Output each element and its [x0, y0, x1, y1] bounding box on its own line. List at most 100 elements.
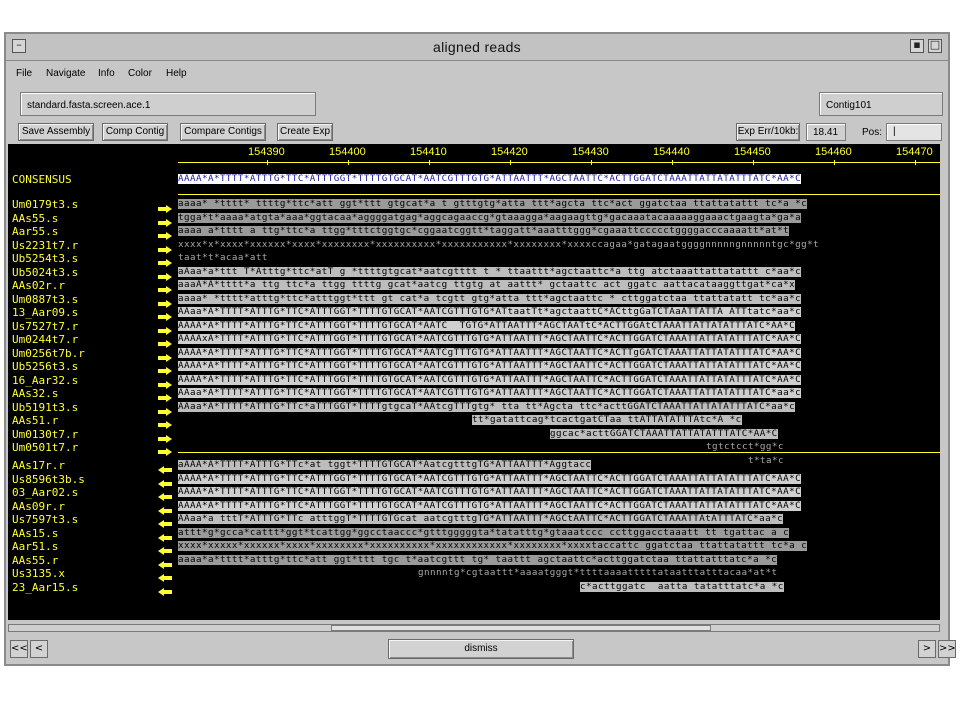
read-name[interactable]: AAs17r.r: [12, 459, 65, 472]
read-name[interactable]: Us7597t3.s: [12, 513, 78, 526]
file-name-field[interactable]: standard.fasta.screen.ace.1: [20, 92, 316, 116]
scroll-far-right-button[interactable]: >>: [938, 640, 956, 658]
scroll-left-button[interactable]: <: [30, 640, 48, 658]
read-sequence[interactable]: AAAA*A*TTTT*ATTTG*TTC*ATTTGGT*TTTTGTGCAT…: [178, 473, 802, 484]
read-name[interactable]: AAs02r.r: [12, 279, 65, 292]
read-sequence[interactable]: tt*gatattcag*tcactgatCTaa ttATTATATTTAtc…: [472, 415, 742, 425]
forward-strand-arrow-icon: [158, 416, 172, 429]
compare-contigs-button[interactable]: Compare Contigs: [180, 123, 266, 141]
scroll-right-button[interactable]: >: [918, 640, 936, 658]
maximize-icon[interactable]: □: [928, 38, 942, 53]
read-sequence[interactable]: aaaa* *tttt* ttttg*ttc*att ggt*ttt gtgca…: [178, 199, 808, 209]
read-name[interactable]: Aar51.s: [12, 540, 58, 553]
dismiss-button[interactable]: dismiss: [388, 639, 574, 659]
contig-name-field[interactable]: Contig101: [819, 92, 943, 116]
read-sequence[interactable]: AAAA*A*TTTT*ATTTG*TTC*ATTTGGT*TTTTGTGCAT…: [178, 374, 802, 385]
read-name[interactable]: Ub5024t3.s: [12, 266, 78, 279]
read-sequence[interactable]: aaaa*a*tttt*atttg*ttc*att ggt*ttt tgc t*…: [178, 554, 778, 565]
window-title: aligned reads: [433, 39, 521, 55]
read-name[interactable]: Um0256t7b.r: [12, 347, 85, 360]
read-name[interactable]: Ub5254t3.s: [12, 252, 78, 265]
read-name[interactable]: Um0887t3.s: [12, 293, 78, 306]
read-name[interactable]: AAs51.r: [12, 414, 58, 427]
read-sequence[interactable]: aaaA*A*tttt*a ttg ttc*a ttgg ttttg gcat*…: [178, 280, 796, 290]
read-sequence[interactable]: t*ta*c: [748, 455, 784, 466]
forward-strand-arrow-icon: [158, 403, 172, 416]
read-sequence[interactable]: xxxx*xxxxx*xxxxxx*xxxx*xxxxxxxx*xxxxxxxx…: [178, 541, 808, 551]
read-name[interactable]: 16_Aar32.s: [12, 374, 78, 387]
forward-strand-arrow-icon: [158, 268, 172, 281]
sequence-area[interactable]: AAAA*A*TTTT*ATTTG*TTC*ATTTGGT*TTTTGTGCAT…: [178, 144, 940, 620]
read-name[interactable]: Um0501t7.r: [12, 441, 78, 454]
menu-color[interactable]: Color: [128, 68, 152, 79]
reverse-strand-arrow-icon: [158, 529, 172, 542]
horizontal-scrollbar-track[interactable]: [8, 624, 940, 632]
read-name[interactable]: 03_Aar02.s: [12, 486, 78, 499]
read-sequence[interactable]: AAAA*A*TTTT*ATTTG*TTC*ATTTGGT*TTTTGTGCAT…: [178, 174, 802, 184]
read-name[interactable]: CONSENSUS: [12, 173, 72, 186]
read-name[interactable]: AAs55.s: [12, 212, 58, 225]
read-name[interactable]: AAs09r.r: [12, 500, 65, 513]
read-sequence[interactable]: AAAA*A*TTTT*ATTTG*TTC*ATTTGGT*TTTTGTGCAT…: [178, 500, 802, 511]
create-exp-button[interactable]: Create Exp: [277, 123, 333, 141]
read-sequence[interactable]: taat*t*acaa*att: [178, 253, 268, 263]
horizontal-scroll-thumb[interactable]: [331, 625, 711, 631]
read-name[interactable]: Ub5191t3.s: [12, 401, 78, 414]
scroll-far-left-button[interactable]: <<: [10, 640, 28, 658]
read-sequence[interactable]: AAaa*A*TTTT*ATTTG*TTC*ATTTGGT*TTTTGTGCAT…: [178, 307, 802, 317]
read-sequence[interactable]: aaaa* *tttt*atttg*ttc*atttggt*ttt gt cat…: [178, 293, 802, 304]
exp-err-button[interactable]: Exp Err/10kb:: [736, 123, 800, 141]
read-sequence[interactable]: AAAAxA*TTTT*ATTTG*TTC*ATTTGGT*TTTTGTGCAT…: [178, 334, 802, 344]
comp-contig-button[interactable]: Comp Contig: [102, 123, 168, 141]
read-sequence[interactable]: AAAA*A*TTTT*ATTTG*TTC*ATTTGGT*TTTTGTGCAT…: [178, 320, 796, 331]
read-name[interactable]: Us2231t7.r: [12, 239, 78, 252]
read-sequence[interactable]: xxxx*x*xxxx*xxxxxx*xxxx*xxxxxxxx*xxxxxxx…: [178, 239, 819, 250]
read-sequence[interactable]: AAAA*A*TTTT*ATTTG*TTC*ATTTGGT*TTTTGTGCAT…: [178, 487, 802, 497]
read-name[interactable]: Us3135.x: [12, 567, 65, 580]
read-name[interactable]: Us7527t7.r: [12, 320, 78, 333]
read-name[interactable]: Um0179t3.s: [12, 198, 78, 211]
read-sequence[interactable]: aAAA*A*TTTT*ATTTG*TTc*at tggt*TTTTGTGCAT…: [178, 460, 592, 470]
reverse-strand-arrow-icon: [158, 542, 172, 555]
read-sequence[interactable]: attt*g*gcca*cattt*ggt*tcattgg*ggcctaaccc…: [178, 527, 790, 538]
read-sequence[interactable]: aaaa a*tttt a ttg*ttc*a ttgg*tttctggtgc*…: [178, 226, 790, 236]
read-name[interactable]: Um0130t7.r: [12, 428, 78, 441]
menu-help[interactable]: Help: [166, 68, 187, 79]
menu-file[interactable]: File: [16, 68, 32, 79]
menu-info[interactable]: Info: [98, 68, 115, 79]
menu-navigate[interactable]: Navigate: [46, 68, 85, 79]
read-name[interactable]: AAs15.s: [12, 527, 58, 540]
save-assembly-button[interactable]: Save Assembly: [18, 123, 94, 141]
exp-err-text: 18.41: [813, 127, 839, 138]
minimize-icon[interactable]: ▪: [910, 38, 924, 53]
forward-strand-arrow-icon: [158, 349, 172, 362]
forward-strand-arrow-icon: [158, 430, 172, 443]
read-sequence[interactable]: AAaa*a tttT*ATTTG*TTc atttggT*TTTTGTGcat…: [178, 514, 784, 524]
read-sequence[interactable]: AAaa*A*TTTT*ATTTG*TTC*ATTTGGT*TTTTGTGCAT…: [178, 388, 802, 398]
read-name[interactable]: AAs32.s: [12, 387, 58, 400]
read-sequence[interactable]: aAaa*a*ttt T*Atttg*ttc*atT g *ttttgtgcat…: [178, 266, 802, 277]
reverse-strand-arrow-icon: [158, 475, 172, 488]
read-sequence[interactable]: tgtctcct*gg*c: [706, 442, 784, 452]
read-sequence[interactable]: gnnnntg*cgtaattt*aaaatgggt*ttttaaaattttt…: [418, 568, 777, 578]
forward-strand-arrow-icon: [158, 322, 172, 335]
alignment-editor[interactable]: 154390 154400 154410 154420 154430 154440 1544…: [8, 144, 940, 620]
forward-strand-arrow-icon: [158, 389, 172, 402]
read-name[interactable]: Um0244t7.r: [12, 333, 78, 346]
read-sequence[interactable]: tgga*t*aaaa*atgta*aaa*ggtacaa*aggggatgag…: [178, 212, 802, 223]
read-sequence[interactable]: ggcac*acttGGATCTAAATTATTATATTTATC*AA*C: [550, 428, 778, 439]
pos-input[interactable]: |: [886, 123, 942, 141]
file-name-text: standard.fasta.screen.ace.1: [27, 100, 151, 111]
read-name[interactable]: 13_Aar09.s: [12, 306, 78, 319]
read-names-column: CONSENSUS Um0179t3.s AAs55.s Aar55.s Us2231t…: [10, 144, 160, 620]
read-name[interactable]: Ub5256t3.s: [12, 360, 78, 373]
read-name[interactable]: Us8596t3b.s: [12, 473, 85, 486]
read-sequence[interactable]: c*acttggatc aatta tatatttatc*a *c: [580, 581, 784, 592]
read-name[interactable]: Aar55.s: [12, 225, 58, 238]
reverse-strand-arrow-icon: [158, 556, 172, 569]
read-sequence[interactable]: AAAA*A*TTTT*ATTTG*TTC*ATTTGGT*TTTTGTGCAT…: [178, 347, 802, 358]
read-name[interactable]: 23_Aar15.s: [12, 581, 78, 594]
read-sequence[interactable]: AAAA*A*TTTT*ATTTG*TTC*ATTTGGT*TTTTGTGCAT…: [178, 361, 802, 371]
read-sequence[interactable]: AAaa*A*TTTT*ATTTG*TTc*aTTTGGT*TTTTgtgcaT…: [178, 401, 796, 412]
read-name[interactable]: AAs55.r: [12, 554, 58, 567]
